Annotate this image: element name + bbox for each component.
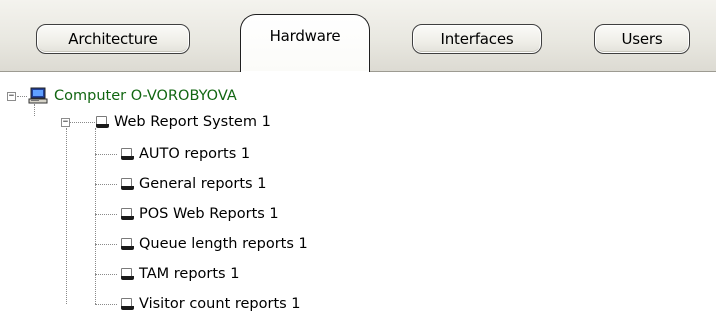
tree-node-web-report-system[interactable]: Web Report System 1 xyxy=(96,111,271,133)
tab-users[interactable]: Users xyxy=(594,24,690,54)
tree-connector xyxy=(95,128,96,304)
tab-hardware[interactable]: Hardware xyxy=(240,14,370,72)
tab-users-label: Users xyxy=(621,30,663,48)
tree-node-pos-web-reports[interactable]: POS Web Reports 1 xyxy=(121,203,279,225)
tree-node-general-reports[interactable]: General reports 1 xyxy=(121,173,266,195)
tree-connector xyxy=(66,128,67,304)
tree-node-auto-reports[interactable]: AUTO reports 1 xyxy=(121,143,250,165)
tab-architecture-label: Architecture xyxy=(68,30,158,48)
tab-architecture[interactable]: Architecture xyxy=(36,24,190,54)
tree-connector xyxy=(17,96,27,97)
tree-connector xyxy=(95,184,117,185)
object-icon xyxy=(96,116,109,128)
computer-icon xyxy=(28,87,48,104)
tree-connector xyxy=(95,244,117,245)
tree-node-queue-length-reports[interactable]: Queue length reports 1 xyxy=(121,233,308,255)
tree-connector xyxy=(95,154,117,155)
object-icon xyxy=(121,178,134,190)
tree-connector xyxy=(95,304,117,305)
tree-node-visitor-count-reports[interactable]: Visitor count reports 1 xyxy=(121,293,301,315)
tree-connector xyxy=(95,274,117,275)
object-icon xyxy=(121,268,134,280)
tab-bar: Architecture Hardware Interfaces Users xyxy=(0,0,716,72)
tree-node-label: AUTO reports 1 xyxy=(139,146,251,162)
object-tree: − Computer O-VOROBYOVA − Web Report Syst… xyxy=(0,74,716,324)
object-icon xyxy=(121,208,134,220)
tree-node-computer[interactable]: Computer O-VOROBYOVA xyxy=(28,85,237,107)
tree-connector xyxy=(95,214,117,215)
object-icon xyxy=(121,298,134,310)
collapse-toggle-system[interactable]: − xyxy=(61,118,70,127)
tree-node-label: POS Web Reports 1 xyxy=(139,206,279,222)
tab-interfaces-label: Interfaces xyxy=(440,30,514,48)
tree-node-tam-reports[interactable]: TAM reports 1 xyxy=(121,263,239,285)
collapse-toggle-root[interactable]: − xyxy=(7,92,16,101)
tab-hardware-label: Hardware xyxy=(269,27,341,45)
tree-node-web-report-system-label: Web Report System 1 xyxy=(114,114,271,130)
tree-node-label: Queue length reports 1 xyxy=(139,236,308,252)
object-icon xyxy=(121,148,134,160)
object-icon xyxy=(121,238,134,250)
tab-interfaces[interactable]: Interfaces xyxy=(412,24,542,54)
tree-node-computer-label: Computer O-VOROBYOVA xyxy=(54,88,237,104)
tree-node-label: TAM reports 1 xyxy=(139,266,240,282)
tree-node-label: Visitor count reports 1 xyxy=(139,296,301,312)
tree-node-label: General reports 1 xyxy=(139,176,267,192)
